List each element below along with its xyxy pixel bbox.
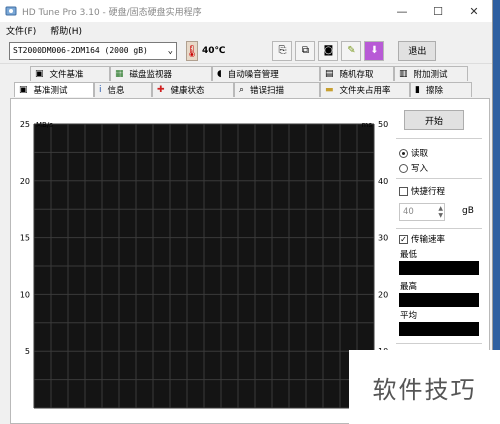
checkbox-box — [399, 186, 408, 196]
y2-tick-label: 20 — [378, 290, 388, 299]
divider — [396, 138, 482, 139]
y-tick-label: 25 — [20, 120, 30, 129]
y-tick-label: 15 — [20, 234, 30, 243]
y2-tick-label: 50 — [378, 120, 388, 129]
min-value-box — [399, 261, 479, 275]
short-stroke-checkbox[interactable]: 快捷行程 — [399, 185, 445, 197]
chart-grid — [33, 123, 375, 409]
read-radio[interactable]: 读取 — [399, 147, 428, 159]
radio-dot — [399, 148, 408, 158]
y-tick-label: 5 — [25, 347, 30, 356]
max-label: 最高 — [400, 282, 418, 292]
avg-label: 平均 — [400, 311, 418, 321]
divider — [396, 228, 482, 229]
checkbox-box: ✓ — [399, 234, 408, 244]
y2-axis-label: ms — [362, 121, 373, 129]
max-value-box — [399, 293, 479, 307]
y-tick-label: 20 — [20, 177, 30, 186]
y-axis-label: MB/s — [36, 121, 53, 129]
watermark: 软件技巧 — [349, 350, 500, 424]
y2-tick-label: 30 — [378, 234, 388, 243]
short-stroke-size-input[interactable]: 40 ▲ ▼ — [399, 203, 445, 221]
write-radio[interactable]: 写入 — [399, 162, 428, 174]
radio-dot — [399, 163, 408, 173]
divider — [396, 343, 482, 344]
transfer-rate-checkbox[interactable]: ✓ 传输速率 — [399, 233, 445, 245]
avg-value-box — [399, 322, 479, 336]
short-stroke-unit: gB — [462, 206, 474, 216]
spinner-arrows-icon: ▲ ▼ — [438, 205, 443, 219]
y2-tick-label: 40 — [378, 177, 388, 186]
divider — [396, 178, 482, 179]
min-label: 最低 — [400, 250, 418, 260]
start-button[interactable]: 开始 — [404, 110, 464, 130]
y-tick-label: 10 — [20, 290, 30, 299]
